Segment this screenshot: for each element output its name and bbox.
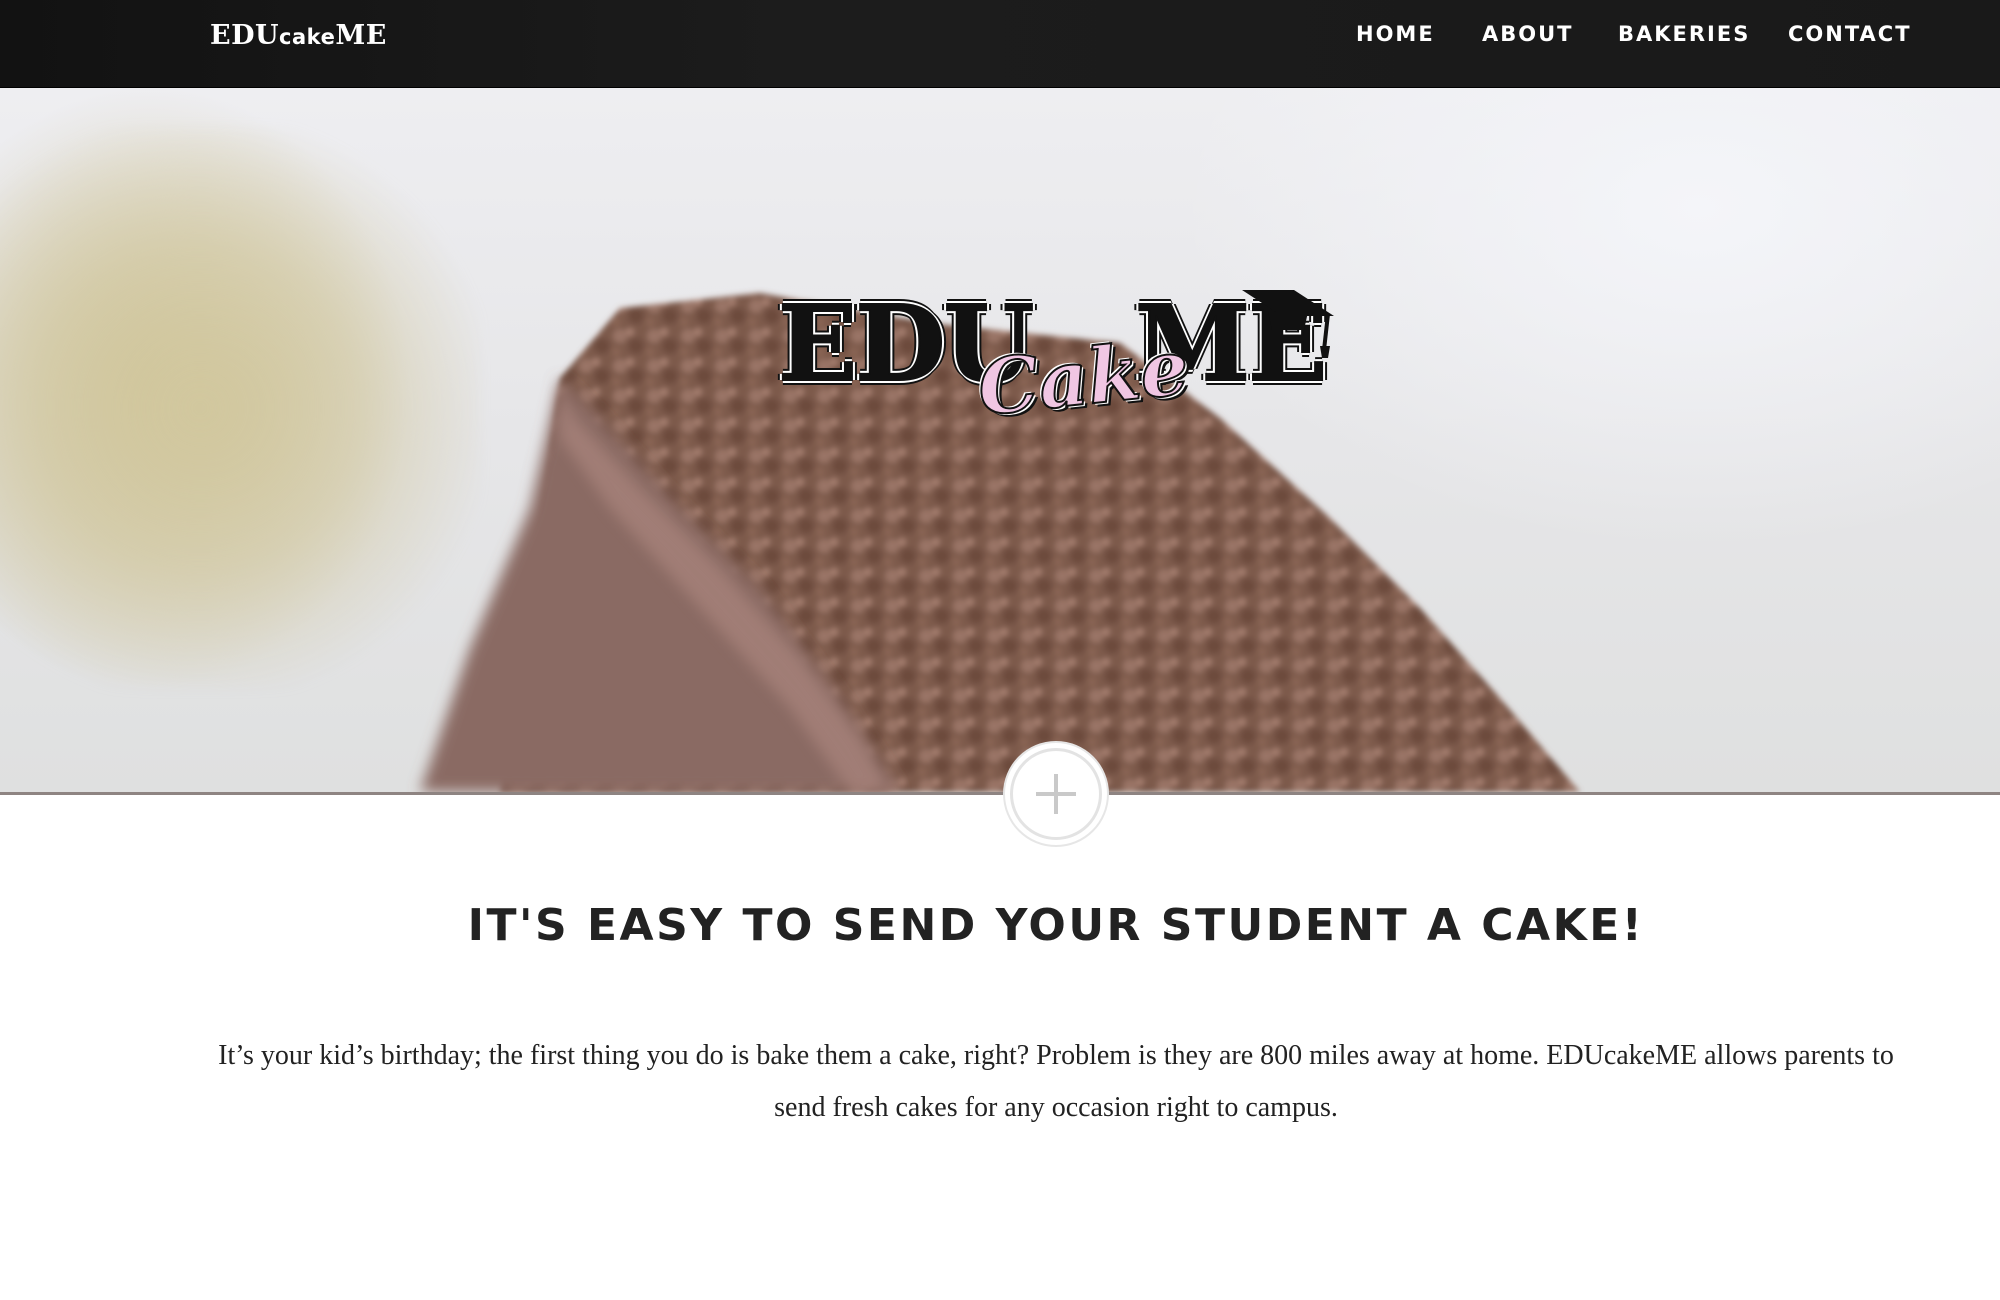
graduation-cap-icon [1242, 290, 1334, 358]
section-body-text: It’s your kid’s birthday; the first thin… [218, 1040, 1894, 1123]
hero-banner: EDU ME Cake [0, 88, 2000, 795]
plus-icon [1036, 774, 1076, 814]
cake-slice-image [420, 293, 1580, 792]
hero-logo: EDU ME Cake [770, 200, 1340, 440]
top-navbar: EDUcakeME HOME ABOUT BAKERIES CONTACT [0, 0, 2000, 88]
nav-link-home[interactable]: HOME [1356, 22, 1435, 46]
brand-text-cake: cake [279, 25, 336, 49]
section-heading: IT'S EASY TO SEND YOUR STUDENT A CAKE! [467, 900, 1645, 951]
nav-link-contact[interactable]: CONTACT [1788, 22, 1912, 46]
brand-text-edu: EDU [210, 20, 280, 51]
nav-link-about[interactable]: ABOUT [1482, 22, 1574, 46]
logo-text-cake: Cake [973, 321, 1194, 434]
nav-link-bakeries[interactable]: BAKERIES [1618, 22, 1750, 46]
brand-text-me: ME [335, 20, 387, 51]
brand-logo-link[interactable]: EDUcakeME [210, 18, 387, 57]
expand-button[interactable] [1010, 748, 1102, 840]
